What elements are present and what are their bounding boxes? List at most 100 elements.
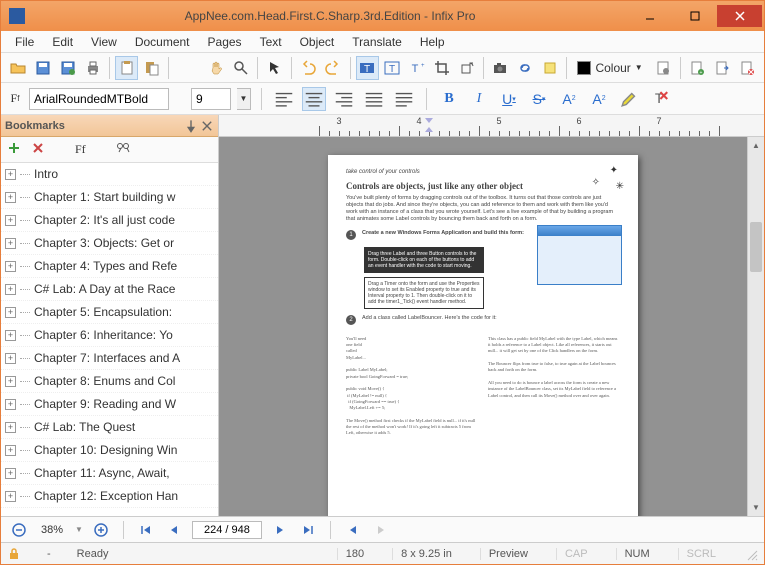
pin-icon[interactable]: [184, 119, 198, 133]
hand-tool-icon[interactable]: [205, 56, 228, 80]
bookmark-item[interactable]: +Chapter 11: Async, Await,: [1, 462, 218, 485]
link-icon[interactable]: [514, 56, 537, 80]
bookmark-find-icon[interactable]: [116, 141, 130, 158]
undo-icon[interactable]: [297, 56, 320, 80]
save-icon[interactable]: [32, 56, 55, 80]
menu-view[interactable]: View: [83, 33, 125, 51]
bookmark-item[interactable]: +Chapter 5: Encapsulation:: [1, 301, 218, 324]
paste-icon[interactable]: [140, 56, 163, 80]
bookmark-item[interactable]: +Intro: [1, 163, 218, 186]
close-panel-icon[interactable]: [200, 119, 214, 133]
status-preview[interactable]: Preview: [480, 548, 536, 560]
bold-button[interactable]: B: [437, 87, 461, 111]
bookmark-font-icon[interactable]: Ff: [75, 142, 86, 157]
clear-format-button[interactable]: T: [647, 87, 671, 111]
textplus-tool-icon[interactable]: T+: [405, 56, 428, 80]
superscript-button[interactable]: A2: [557, 87, 581, 111]
menu-object[interactable]: Object: [292, 33, 343, 51]
zoom-tool-icon[interactable]: [229, 56, 252, 80]
underline-button[interactable]: U▾: [497, 87, 521, 111]
scroll-down-icon[interactable]: ▼: [748, 499, 764, 516]
page-add-icon[interactable]: +: [686, 56, 709, 80]
minimize-button[interactable]: [627, 5, 672, 27]
menu-pages[interactable]: Pages: [200, 33, 250, 51]
document-viewport[interactable]: take control of your controls Controls a…: [219, 137, 747, 516]
select-tool-icon[interactable]: [263, 56, 286, 80]
indent-marker-icon[interactable]: [424, 117, 434, 136]
resize-grip-icon[interactable]: [744, 547, 758, 561]
bookmark-item[interactable]: +Chapter 7: Interfaces and A: [1, 347, 218, 370]
bookmark-item[interactable]: +Chapter 4: Types and Refe: [1, 255, 218, 278]
bookmark-item[interactable]: +Chapter 8: Enums and Col: [1, 370, 218, 393]
font-size-input[interactable]: [191, 88, 231, 110]
zoom-in-icon[interactable]: [91, 520, 111, 540]
zoom-value[interactable]: 38%: [37, 524, 67, 536]
zoom-out-icon[interactable]: [9, 520, 29, 540]
clipboard-icon[interactable]: [115, 56, 138, 80]
expand-icon[interactable]: +: [5, 330, 16, 341]
menu-edit[interactable]: Edit: [44, 33, 81, 51]
expand-icon[interactable]: +: [5, 192, 16, 203]
bookmark-delete-icon[interactable]: [31, 141, 45, 158]
doc-settings-icon[interactable]: [652, 56, 675, 80]
bookmark-item[interactable]: +Chapter 10: Designing Win: [1, 439, 218, 462]
bookmark-item[interactable]: +Chapter 1: Start building w: [1, 186, 218, 209]
page-number-input[interactable]: [192, 521, 262, 539]
bookmark-item[interactable]: +Chapter 6: Inheritance: Yo: [1, 324, 218, 347]
prev-page-icon[interactable]: [164, 520, 184, 540]
next-page-icon[interactable]: [270, 520, 290, 540]
expand-icon[interactable]: +: [5, 307, 16, 318]
italic-button[interactable]: I: [467, 87, 491, 111]
align-justify-all-icon[interactable]: [392, 87, 416, 111]
expand-icon[interactable]: +: [5, 399, 16, 410]
page-delete-icon[interactable]: [735, 56, 758, 80]
font-size-dropdown[interactable]: ▼: [237, 88, 251, 110]
lock-icon[interactable]: [7, 547, 21, 561]
camera-icon[interactable]: [489, 56, 512, 80]
print-icon[interactable]: [82, 56, 105, 80]
expand-icon[interactable]: +: [5, 353, 16, 364]
horizontal-ruler[interactable]: 34567: [219, 115, 764, 137]
expand-icon[interactable]: +: [5, 491, 16, 502]
bookmark-item[interactable]: +Chapter 2: It's all just code: [1, 209, 218, 232]
page-extract-icon[interactable]: [710, 56, 733, 80]
close-button[interactable]: [717, 5, 762, 27]
expand-icon[interactable]: +: [5, 238, 16, 249]
crop-tool-icon[interactable]: [430, 56, 453, 80]
first-page-icon[interactable]: [136, 520, 156, 540]
scroll-up-icon[interactable]: ▲: [748, 137, 764, 154]
expand-icon[interactable]: +: [5, 468, 16, 479]
vertical-scrollbar[interactable]: ▲ ▼: [747, 137, 764, 516]
expand-icon[interactable]: +: [5, 169, 16, 180]
history-back-icon[interactable]: [343, 520, 363, 540]
align-left-icon[interactable]: [272, 87, 296, 111]
menu-text[interactable]: Text: [252, 33, 290, 51]
expand-icon[interactable]: +: [5, 261, 16, 272]
maximize-button[interactable]: [672, 5, 717, 27]
expand-icon[interactable]: +: [5, 422, 16, 433]
expand-icon[interactable]: +: [5, 284, 16, 295]
history-forward-icon[interactable]: [371, 520, 391, 540]
menu-file[interactable]: File: [7, 33, 42, 51]
highlight-button[interactable]: [617, 87, 641, 111]
bookmark-add-icon[interactable]: [7, 141, 21, 158]
note-icon[interactable]: [539, 56, 562, 80]
expand-icon[interactable]: +: [5, 215, 16, 226]
subscript-button[interactable]: A2: [587, 87, 611, 111]
bookmark-item[interactable]: +Chapter 3: Objects: Get or: [1, 232, 218, 255]
colour-picker[interactable]: Colour ▼: [572, 56, 647, 80]
bookmark-item[interactable]: +Chapter 9: Reading and W: [1, 393, 218, 416]
expand-icon[interactable]: +: [5, 445, 16, 456]
redo-icon[interactable]: [322, 56, 345, 80]
font-name-input[interactable]: [29, 88, 169, 110]
textframe-tool-icon[interactable]: T: [381, 56, 404, 80]
align-center-icon[interactable]: [302, 87, 326, 111]
align-right-icon[interactable]: [332, 87, 356, 111]
strike-button[interactable]: S▾: [527, 87, 551, 111]
expand-icon[interactable]: +: [5, 376, 16, 387]
zoom-dropdown-icon[interactable]: ▼: [75, 525, 83, 534]
bookmark-item[interactable]: +C# Lab: The Quest: [1, 416, 218, 439]
align-justify-icon[interactable]: [362, 87, 386, 111]
rotate-tool-icon[interactable]: [455, 56, 478, 80]
open-icon[interactable]: [7, 56, 30, 80]
